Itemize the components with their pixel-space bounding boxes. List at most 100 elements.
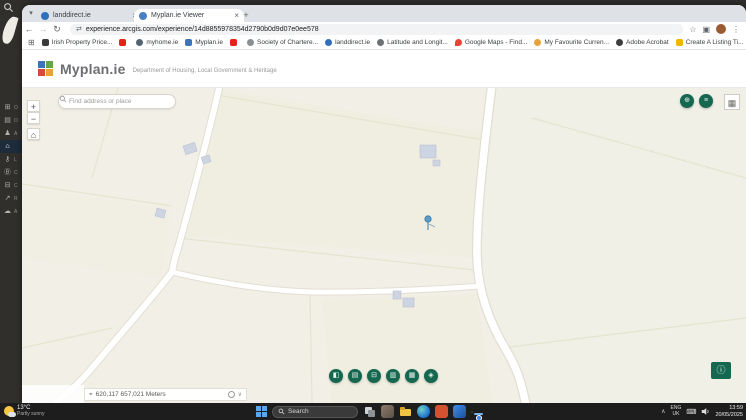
coordinate-widget[interactable]: ⌖ 620,117 657,021 Meters ∨ [84,388,247,401]
attribution-strip [22,385,84,403]
chrome-active-app[interactable] [471,411,473,413]
bookmark-item[interactable]: Google Maps - Find... [455,39,528,46]
person-icon: ♟ [3,129,12,138]
bookmark-item[interactable]: Society of Chartere... [247,39,318,46]
bookmark-item[interactable]: Irish Property Price... [42,39,113,46]
zoom-out-button[interactable]: − [27,112,40,124]
site-brand: Myplan.ie [60,61,126,77]
start-button[interactable] [256,406,267,417]
language-indicator[interactable]: ENG UK [671,406,682,417]
sidebar-item-b[interactable]: ⒷC [0,166,22,179]
windows-taskbar: 13°C Partly sunny Search ∧ [0,403,746,420]
map-search-box[interactable]: Find address or place [58,94,176,109]
touch-keyboard-icon[interactable]: ⌨ [686,408,696,416]
menu-kebab-icon[interactable]: ⋮ [732,25,740,34]
tab-landdirect[interactable]: landdirect.ie × [36,9,142,22]
bookmark-item[interactable]: My Favourite Curren... [534,39,609,46]
site-subtitle: Department of Housing, Local Government … [133,68,277,74]
bookmark-item[interactable]: Latitude and Longit... [377,39,448,46]
site-info-icon[interactable]: ⇄ [76,25,82,33]
taskbar-center: Search [256,403,473,420]
sidebar-item-contacts[interactable]: ♟A [0,127,22,140]
url-text: experience.arcgis.com/experience/14d8855… [86,26,319,33]
tab-favicon [41,12,49,20]
side-panel-icon[interactable]: ▣ [702,25,710,34]
grid-icon: ⊞ [3,103,12,112]
bookmark-item[interactable]: Create A Listing Ti... [676,39,744,46]
sidebar-nav: ⊞O ▤O ♟A ⌂ ⚷L ⒷC ⊟C ↗R ☁A [0,101,22,218]
bookmark-item[interactable]: Myplan.ie [185,39,223,46]
file-explorer-icon[interactable] [399,405,412,418]
speaker-icon[interactable] [701,407,710,416]
sidebar-item-dashboard[interactable]: ⊞O [0,101,22,114]
new-tab-button[interactable]: + [240,9,252,21]
apps-grid-icon[interactable]: ⊞ [28,38,35,47]
hidden-icons-chevron[interactable]: ∧ [661,408,665,415]
sidebar-item-reports[interactable]: ↗R [0,192,22,205]
taskbar-search-placeholder: Search [288,408,309,415]
powerpoint-icon[interactable] [435,405,448,418]
taskbar-clock[interactable]: 13:59 20/05/2025 [715,405,743,418]
toolbar-right: ☆ ▣ ⋮ [689,24,740,34]
report-button[interactable]: ▥ [386,369,400,383]
profile-avatar[interactable] [716,24,726,34]
map-graphics [22,88,746,403]
app-icon-1[interactable] [381,405,394,418]
screen: ⊞O ▤O ♟A ⌂ ⚷L ⒷC ⊟C ↗R ☁A ▾ landdirect.i… [0,0,746,420]
address-bar[interactable]: ⇄ experience.arcgis.com/experience/14d88… [70,24,683,35]
taskbar-search[interactable]: Search [272,406,358,418]
basemap-gallery-button[interactable]: ▦ [724,94,740,110]
close-tab-icon[interactable]: × [228,11,239,20]
bookmarks-bar: ⊞ Irish Property Price... myhome.ie Mypl… [22,36,746,50]
search-icon [59,95,67,103]
bookmark-item[interactable]: myhome.ie [136,39,178,46]
map-canvas[interactable]: Find address or place + − ⌂ ⊕ ≡ ▦ ◧ ▤ ⊟ … [22,88,746,403]
tab-search-chevron-icon[interactable]: ▾ [26,8,36,19]
home-extent-button[interactable]: ⌂ [27,128,40,140]
edge-icon[interactable] [417,405,430,418]
myplan-logo [38,61,53,76]
search-icon[interactable] [3,2,14,13]
search-icon [278,408,285,415]
legend-button[interactable]: ≡ [699,94,713,108]
print-button[interactable]: ⊟ [367,369,381,383]
bookmark-item[interactable]: Adobe Acrobat [616,39,669,46]
info-button[interactable]: ⓘ [711,362,731,379]
tab-myplan-viewer-active[interactable]: Myplan.ie Viewer × [134,9,244,22]
myplan-header: Myplan.ie Department of Housing, Local G… [22,50,746,88]
os-sidebar: ⊞O ▤O ♟A ⌂ ⚷L ⒷC ⊟C ↗R ☁A [0,0,22,403]
cloud-icon: ☁ [3,207,12,216]
sidebar-item-keys[interactable]: ⚷L [0,153,22,166]
task-view-button[interactable] [363,405,376,418]
sidebar-item-print[interactable]: ⊟C [0,179,22,192]
browser-window: ▾ landdirect.ie × Myplan.ie Viewer × + ←… [22,5,746,403]
printer-icon: ⊟ [3,181,12,190]
bookmark-item[interactable]: landdirect.ie [325,39,370,46]
sidebar-item-home[interactable]: ⌂ [0,140,22,153]
coordinates-text: 620,117 657,021 Meters [96,391,166,398]
tab-strip: ▾ landdirect.ie × Myplan.ie Viewer × + [22,5,746,22]
bookmark-item-youtube[interactable] [119,39,129,46]
bookmark-item-youtube[interactable] [230,39,240,46]
system-tray: ∧ ENG UK ⌨ 13:59 20/05/2025 [661,403,743,420]
bookmarks-button[interactable]: ▤ [348,369,362,383]
sidebar-item-calendar[interactable]: ▤O [0,114,22,127]
map-search-placeholder: Find address or place [69,98,132,105]
reload-icon[interactable]: ↻ [50,24,64,35]
bookmark-star-icon[interactable]: ☆ [689,25,696,34]
forward-icon[interactable]: → [36,24,50,34]
measure-button[interactable]: ⊕ [680,94,694,108]
crosshair-icon: ⌖ [89,391,93,399]
chevron-down-icon[interactable]: ∨ [238,391,242,398]
back-icon[interactable]: ← [22,24,36,34]
zoom-in-button[interactable]: + [27,100,40,112]
tab-title: Myplan.ie Viewer [151,12,204,19]
sidebar-item-cloud[interactable]: ☁A [0,205,22,218]
locate-circle-icon[interactable] [228,391,235,398]
weather-widget[interactable]: 13°C Partly sunny [4,405,45,418]
home-icon: ⌂ [3,142,12,151]
layers-button[interactable]: ◧ [329,369,343,383]
share-button[interactable]: ◈ [424,369,438,383]
table-button[interactable]: ▦ [405,369,419,383]
outlook-icon[interactable] [453,405,466,418]
